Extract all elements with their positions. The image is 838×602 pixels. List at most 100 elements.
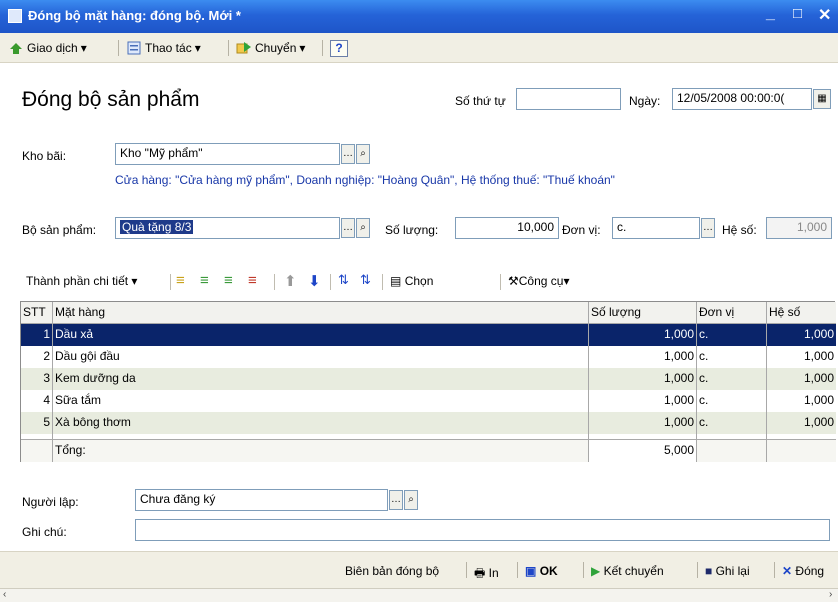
move-up-icon[interactable]: ⬆ [284,272,297,290]
scroll-left-icon[interactable]: ‹ [3,589,6,600]
table-row[interactable]: 5 Xà bông thơm 1,000 c. 1,000 [21,412,836,434]
maximize-button[interactable]: □ [793,5,802,22]
cell-coef[interactable]: 1,000 [767,324,836,346]
print-button[interactable]: 🖶 In [474,564,499,585]
report-button[interactable]: Biên bản đóng bộ [345,564,439,578]
number-field[interactable] [516,88,621,110]
tools-menu-label: Công cụ [518,274,564,288]
sort-desc-icon[interactable]: ⇅ [360,272,371,288]
cell-qty[interactable]: 1,000 [589,390,697,412]
table-row[interactable]: 2 Dầu gội đầu 1,000 c. 1,000 [21,346,836,368]
date-field[interactable]: 12/05/2008 00:00:0( [672,88,812,110]
close-button[interactable]: ✕ Đóng [782,564,824,578]
browse-icon[interactable]: … [341,218,355,238]
window-title: Đóng bộ mặt hàng: đóng bộ. Mới * [28,8,241,23]
cell-coef[interactable]: 1,000 [767,412,836,434]
menu-transactions[interactable]: Giao dịch ▾ [8,40,87,56]
cell-no: 2 [21,346,53,368]
help-button[interactable]: ? [330,40,348,57]
cell-item[interactable]: Kem dưỡng da [53,368,589,390]
product-set-value: Quà tặng 8/3 [120,220,194,234]
cell-coef[interactable]: 1,000 [767,346,836,368]
cell-unit[interactable]: c. [697,390,767,412]
sort-asc-icon[interactable]: ⇅ [338,272,349,288]
menu-separator [322,40,323,56]
copy-row-icon[interactable]: ≡ [224,272,233,289]
product-set-field[interactable]: Quà tặng 8/3 [115,217,340,239]
cell-unit[interactable]: c. [697,346,767,368]
document-form: Đóng bộ sản phẩm Số thứ tự Ngày: 12/05/2… [0,63,838,551]
search-icon[interactable]: ⌕ [404,490,418,510]
col-header-coef[interactable]: Hệ số [767,302,836,324]
search-icon[interactable]: ⌕ [356,218,370,238]
close-window-button[interactable]: ✕ [818,5,831,25]
table-row[interactable]: 1 Dầu xả 1,000 c. 1,000 [21,324,836,346]
cell-unit[interactable]: c. [697,368,767,390]
transfer-button[interactable]: ▶ Kết chuyển [591,564,664,578]
warehouse-field[interactable]: Kho "Mỹ phẩm" [115,143,340,165]
warehouse-info: Cửa hàng: "Cửa hàng mỹ phẩm", Doanh nghi… [115,173,615,187]
move-down-icon[interactable]: ⬇ [308,272,321,290]
note-field[interactable] [135,519,830,541]
menu-actions[interactable]: Thao tác ▾ [126,40,201,56]
cell-item[interactable]: Xà bông thơm [53,412,589,434]
unit-field[interactable]: c. [612,217,700,239]
chevron-down-icon: ▾ [299,41,306,55]
search-icon[interactable]: ⌕ [356,144,370,164]
cell-coef[interactable]: 1,000 [767,368,836,390]
chevron-down-icon: ▾ [194,41,201,55]
col-header-unit[interactable]: Đơn vị [697,302,767,324]
minimize-button[interactable]: _ [766,5,775,23]
cell-qty[interactable]: 1,000 [589,368,697,390]
chevron-down-icon: ▾ [131,274,138,288]
table-row[interactable]: 3 Kem dưỡng da 1,000 c. 1,000 [21,368,836,390]
calendar-icon[interactable]: ▦ [813,89,831,109]
creator-field[interactable]: Chưa đăng ký [135,489,388,511]
toolbar-separator [274,274,275,290]
cell-no: 4 [21,390,53,412]
coef-field[interactable]: 1,000 [766,217,832,239]
details-menu[interactable]: Thành phần chi tiết ▾ [26,274,137,288]
choose-button[interactable]: ▤ Chọn [390,274,433,288]
ok-button[interactable]: ▣ OK [525,564,558,578]
add-row-icon[interactable]: ≡ [176,272,185,289]
footer-separator [697,562,698,578]
footer-actionbar: Biên bản đóng bộ 🖶 In ▣ OK ▶ Kết chuyển … [0,551,838,588]
horizontal-scrollbar[interactable]: ‹ › [0,588,838,602]
cell-item[interactable]: Dầu xả [53,324,589,346]
menu-transfer[interactable]: Chuyển ▾ [236,40,305,56]
footer-separator [517,562,518,578]
cell-unit[interactable]: c. [697,412,767,434]
table-row[interactable]: 4 Sữa tắm 1,000 c. 1,000 [21,390,836,412]
browse-icon[interactable]: … [341,144,355,164]
menu-separator [118,40,119,56]
cell-item[interactable]: Sữa tắm [53,390,589,412]
menu-transfer-label: Chuyển [255,41,297,55]
cell-qty[interactable]: 1,000 [589,324,697,346]
choose-button-label: Chọn [404,274,434,288]
scroll-right-icon[interactable]: › [829,589,832,600]
cell-no [21,440,53,462]
tools-menu[interactable]: ⚒Công cụ▾ [508,274,570,288]
insert-row-icon[interactable]: ≡ [200,272,209,289]
col-header-item[interactable]: Mặt hàng [53,302,589,324]
cell-qty[interactable]: 1,000 [589,346,697,368]
grid-header: STT Mặt hàng Số lượng Đơn vị Hệ số [21,302,836,324]
total-qty: 5,000 [589,440,697,462]
cell-unit[interactable]: c. [697,324,767,346]
browse-icon[interactable]: … [389,490,403,510]
toolbar-separator [330,274,331,290]
quantity-field[interactable]: 10,000 [455,217,559,239]
browse-icon[interactable]: … [701,218,715,238]
printer-icon: 🖶 [474,566,486,580]
delete-row-icon[interactable]: ≡ [248,272,257,289]
cell-coef[interactable]: 1,000 [767,390,836,412]
cell-unit [697,440,767,462]
cell-qty[interactable]: 1,000 [589,412,697,434]
col-header-qty[interactable]: Số lượng [589,302,697,324]
save-button[interactable]: ■ Ghi lại [705,564,750,578]
unit-label: Đơn vị: [562,223,601,237]
col-header-no[interactable]: STT [21,302,53,324]
cell-item[interactable]: Dầu gội đầu [53,346,589,368]
tools-icon: ⚒ [508,274,519,288]
